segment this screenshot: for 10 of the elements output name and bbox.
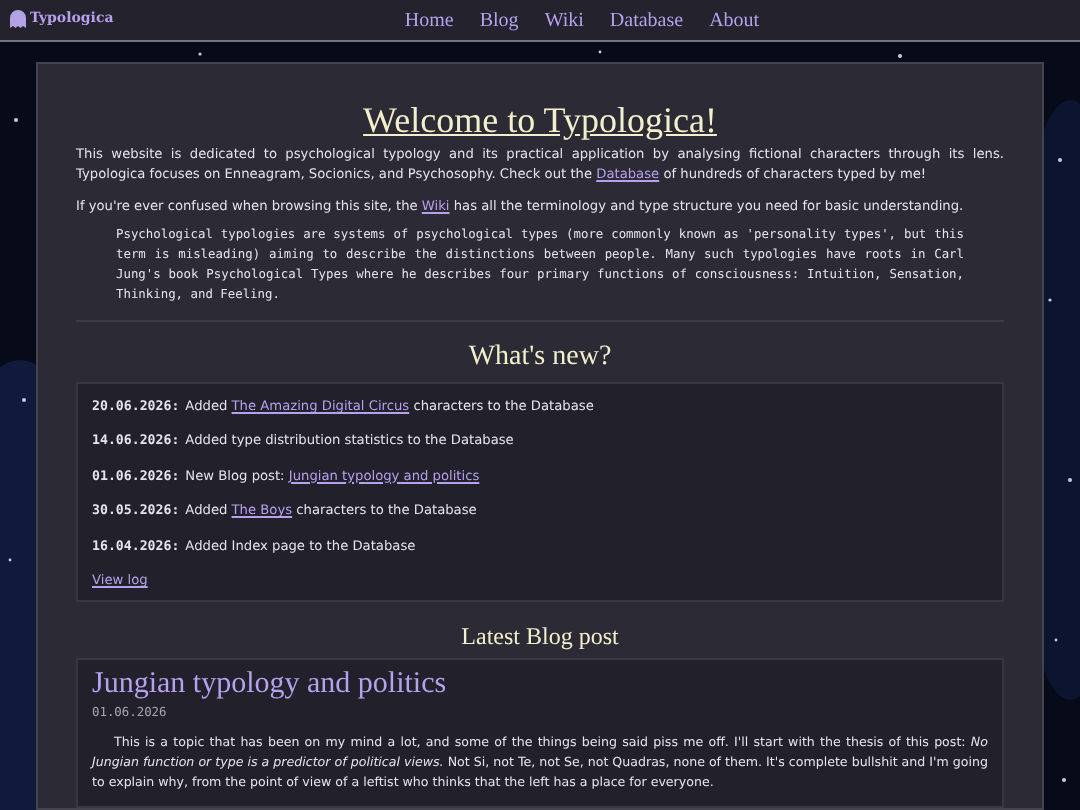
section-heading: Latest Blog post	[461, 619, 619, 652]
page-title: Welcome to Typologica!	[363, 98, 717, 142]
ghost-icon	[8, 6, 28, 30]
nav-link[interactable]: Wiki	[544, 5, 584, 35]
post-title[interactable]: Jungian typology and politics	[92, 665, 988, 704]
section-heading: What's new?	[468, 340, 612, 376]
nav-link[interactable]: About	[709, 5, 760, 35]
nav-link[interactable]: Database	[609, 5, 684, 35]
nav-link[interactable]: Blog	[479, 5, 519, 35]
nav-link[interactable]: Home	[404, 5, 454, 35]
